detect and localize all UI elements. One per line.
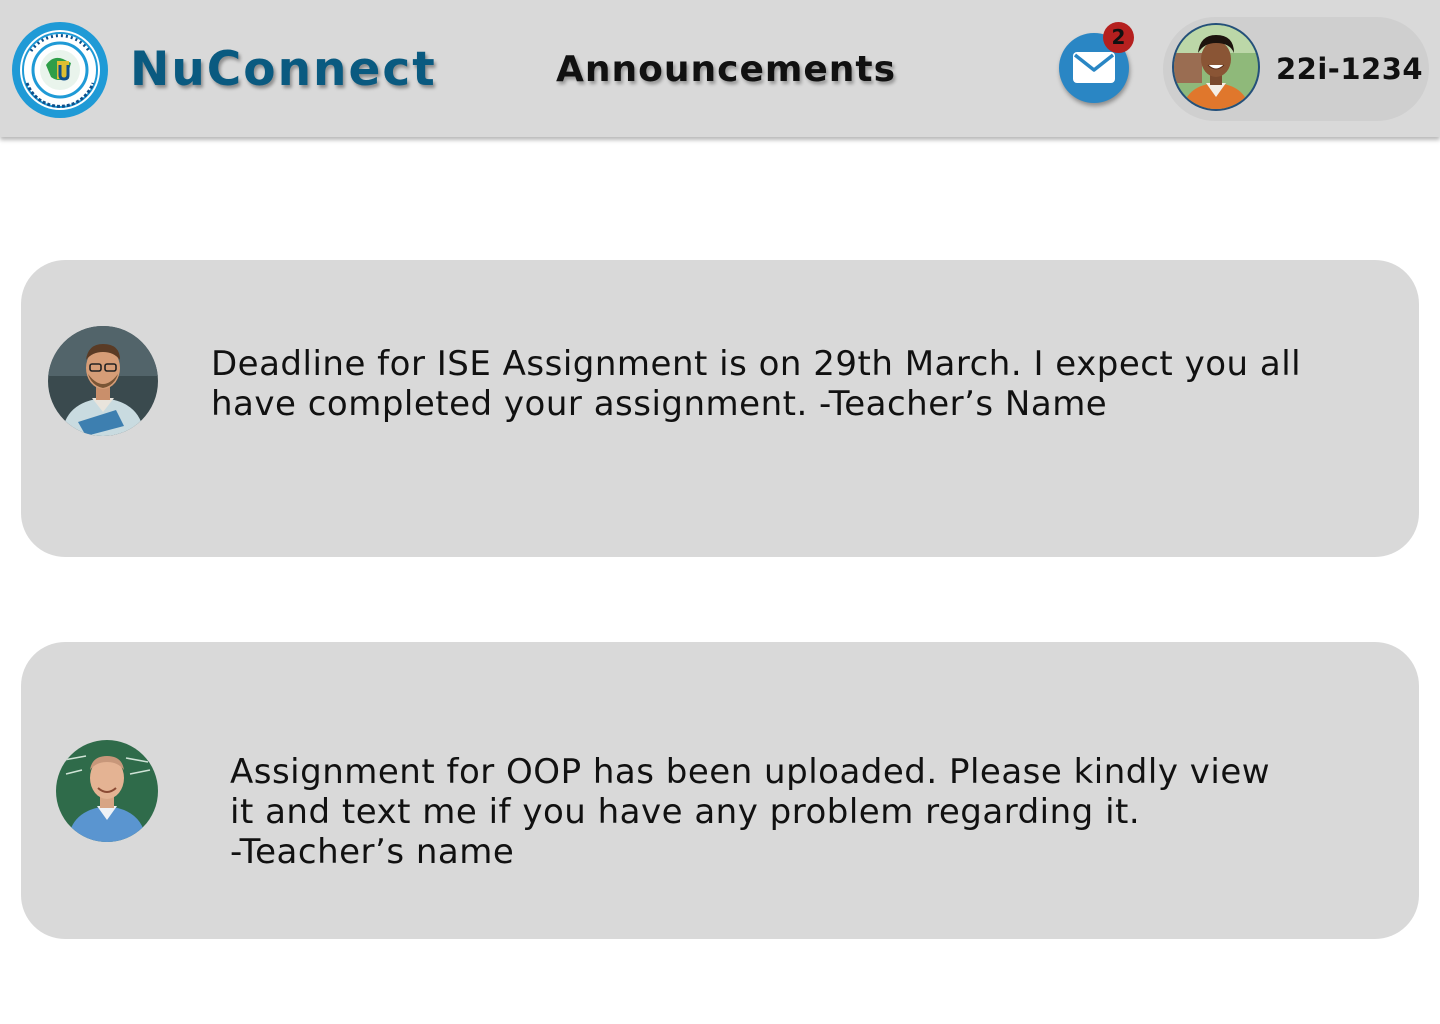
unread-count-badge: 2 bbox=[1103, 22, 1134, 53]
user-id: 22i-1234 bbox=[1276, 52, 1424, 86]
top-header: NuConnect Announcements 2 22i-1234 bbox=[0, 0, 1440, 137]
announcement-card[interactable]: Assignment for OOP has been uploaded. Pl… bbox=[21, 642, 1419, 939]
page-title: Announcements bbox=[556, 49, 897, 90]
user-profile-chip[interactable]: 22i-1234 bbox=[1163, 17, 1429, 121]
announcement-text: Deadline for ISE Assignment is on 29th M… bbox=[211, 344, 1302, 424]
envelope-icon bbox=[1073, 52, 1115, 83]
announcement-card[interactable]: Deadline for ISE Assignment is on 29th M… bbox=[21, 260, 1419, 557]
user-avatar bbox=[1172, 23, 1260, 111]
teacher-avatar bbox=[48, 326, 158, 436]
university-logo[interactable] bbox=[11, 21, 109, 119]
teacher-avatar bbox=[56, 740, 158, 842]
brand-name: NuConnect bbox=[130, 42, 437, 97]
announcement-text: Assignment for OOP has been uploaded. Pl… bbox=[230, 752, 1271, 872]
